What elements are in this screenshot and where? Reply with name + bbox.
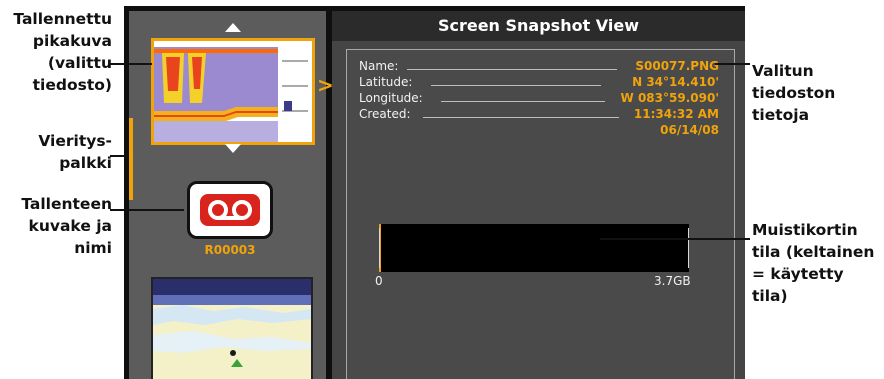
snapshot-view-panel: Screen Snapshot View Name: S00077.PNG La… [332, 11, 745, 379]
map-image [153, 279, 311, 379]
callout-memory-card: Muistikortin tila (keltainen = käytetty … [752, 221, 875, 305]
callout-saved-screenshot: Tallennettu pikakuva (valittu tiedosto) [13, 10, 112, 94]
tape-icon [208, 200, 252, 220]
recording-icon[interactable] [187, 181, 273, 239]
fishfinder-screen: > R00003 Screen Snapshot View Name: S000… [124, 6, 745, 379]
detail-row-created: Created: 11:34:32 AM [359, 107, 719, 121]
map-snapshot-thumbnail[interactable] [151, 277, 313, 379]
callout-file-info: Valitun tiedoston tietoja [752, 62, 836, 124]
detail-row-latitude: Latitude: N 34°14.410' [359, 75, 719, 89]
detail-row-longitude: Longitude: W 083°59.090' [359, 91, 719, 105]
memory-card-storage-bar [379, 224, 689, 272]
scroll-up-icon[interactable] [225, 23, 241, 32]
recording-name: R00003 [204, 243, 256, 257]
snapshot-list-panel: > R00003 [129, 11, 334, 379]
storage-max-label: 3.7GB [654, 274, 691, 288]
storage-max-tick [688, 228, 689, 268]
storage-min-tick [379, 228, 380, 268]
sonar-image [154, 41, 312, 142]
storage-min-label: 0 [375, 274, 383, 288]
page-title: Screen Snapshot View [332, 11, 745, 41]
callout-recording: Tallenteen kuvake ja nimi [21, 195, 112, 257]
selected-snapshot-thumbnail[interactable] [151, 38, 315, 145]
scrollbar[interactable] [129, 118, 133, 200]
scroll-down-icon[interactable] [225, 144, 241, 153]
detail-row-created-date: 06/14/08 [660, 123, 719, 137]
callout-scrollbar: Vieritys- palkki [38, 132, 112, 172]
detail-row-name: Name: S00077.PNG [359, 59, 719, 73]
file-details-box: Name: S00077.PNG Latitude: N 34°14.410' … [346, 49, 735, 379]
